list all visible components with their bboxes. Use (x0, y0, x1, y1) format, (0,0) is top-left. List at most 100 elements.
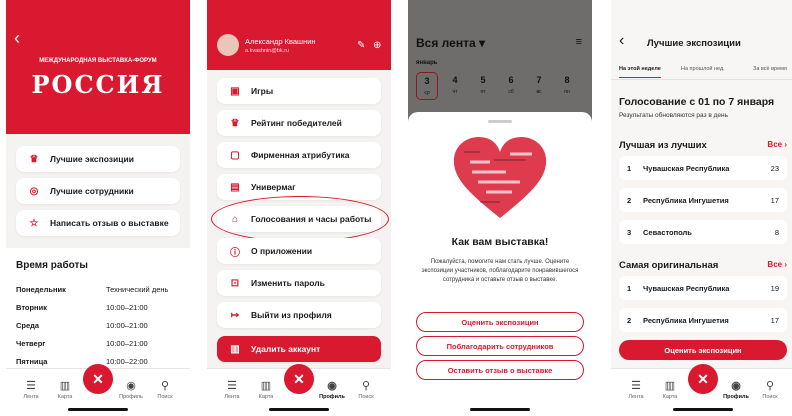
feed-title[interactable]: Вся лента ▾ (416, 36, 485, 50)
menu-item-best-employees[interactable]: ◎ Лучшие сотрудники (16, 178, 180, 204)
tab-feed[interactable]: ☰ Лента (16, 379, 46, 400)
tab-bar: ☰ Лента ▥ Карта ✕ ◉ Профиль ⚲ Поиск (207, 364, 391, 416)
date-item[interactable]: 5 пт (472, 72, 494, 100)
hours-time: Технический день (106, 285, 169, 294)
globe-icon[interactable]: ⊕ (373, 40, 381, 51)
menu-item-merch[interactable]: ▢ Фирменная атрибутика (217, 142, 381, 168)
hours-title: Время работы (16, 260, 88, 271)
hours-day: Среда (16, 321, 40, 330)
tab-map[interactable]: ▥ Карта (50, 379, 80, 400)
shopping-bag-icon: ▢ (230, 149, 240, 161)
tab-search[interactable]: ⚲ Поиск (150, 379, 180, 400)
rate-expositions-button[interactable]: Оценить экспозицин (619, 340, 787, 360)
tab-map[interactable]: ▥ Карта (251, 379, 281, 400)
region-name: Республика Ингушетия (643, 195, 729, 205)
menu-item-write-review[interactable]: ☆ Написать отзыв о выставке (16, 210, 180, 236)
tab-label: Карта (57, 394, 73, 400)
trash-icon: ▥ (230, 343, 240, 355)
tab-profile[interactable]: ◉ Профиль (721, 379, 751, 400)
menu-item-games[interactable]: ▣ Игры (217, 78, 381, 104)
hero-banner: ‹ МЕЖДУНАРОДНАЯ ВЫСТАВКА-ФОРУМ РОССИЯ (6, 0, 190, 134)
date-item[interactable]: 6 сб (500, 72, 522, 100)
logout-icon: ↦ (230, 309, 240, 321)
region-name: Чувашская Республика (643, 163, 730, 173)
profile-header: Александр Квашнин a.kvashnin@bk.ru ✎ ⊕ (207, 0, 391, 70)
back-icon[interactable]: ‹ (619, 32, 624, 50)
ranking-row[interactable]: 2 Республика Ингушетия 17 (619, 308, 787, 332)
date-item[interactable]: 3 ср (416, 72, 438, 100)
exhibition-logo: РОССИЯ (31, 70, 165, 99)
vote-count: 8 (774, 227, 779, 237)
button-label: Поблагодарить сотрудников (446, 341, 554, 351)
center-action-button[interactable]: ✕ (83, 364, 113, 394)
tab-last-week[interactable]: На прошлой нед. (681, 66, 725, 72)
tab-label: Лента (224, 394, 240, 400)
back-icon[interactable]: ‹ (14, 28, 20, 49)
menu-item-change-password[interactable]: ⊡ Изменить пароль (217, 270, 381, 296)
menu-item-label: Рейтинг победителей (251, 118, 342, 128)
region-name: Севастополь (643, 227, 692, 237)
thank-employees-button[interactable]: Поблагодарить сотрудников (416, 336, 584, 356)
region-name: Республика Ингушетия (643, 315, 729, 325)
trophy-icon: ♛ (230, 117, 240, 129)
tab-search[interactable]: ⚲ Поиск (351, 379, 381, 400)
screen-exhibition-info: ‹ МЕЖДУНАРОДНАЯ ВЫСТАВКА-ФОРУМ РОССИЯ ♛ Л… (6, 0, 190, 416)
heart-illustration (453, 136, 547, 218)
list-icon: ☰ (631, 380, 641, 392)
tab-search[interactable]: ⚲ Поиск (755, 379, 785, 400)
menu-item-label: Лучшие сотрудники (50, 186, 134, 196)
menu-item-about[interactable]: ⓘ О приложении (217, 238, 381, 264)
rank-number: 1 (627, 163, 632, 173)
section-title-original: Самая оригинальная (619, 260, 719, 271)
menu-item-label: Фирменная атрибутика (251, 150, 350, 160)
store-icon: ▤ (230, 181, 240, 193)
see-all-link[interactable]: Все › (767, 260, 787, 269)
menu-item-winners-rating[interactable]: ♛ Рейтинг победителей (217, 110, 381, 136)
hours-day: Четверг (16, 339, 46, 348)
profile-icon: ◉ (731, 380, 741, 392)
tab-label: Лента (628, 394, 644, 400)
center-action-button[interactable]: ✕ (688, 364, 718, 394)
menu-item-logout[interactable]: ↦ Выйти из профиля (217, 302, 381, 328)
delete-account-button[interactable]: ▥ Удалить аккаунт (217, 336, 381, 362)
edit-icon[interactable]: ✎ (357, 40, 365, 51)
ranking-row[interactable]: 1 Чувашская Республика 23 (619, 156, 787, 180)
tab-label: Поиск (157, 394, 173, 400)
home-indicator (673, 408, 733, 411)
home-indicator (269, 408, 329, 411)
hours-day: Понедельник (16, 285, 66, 294)
see-all-link[interactable]: Все › (767, 140, 787, 149)
sheet-grabber[interactable] (488, 120, 512, 123)
tab-map[interactable]: ▥ Карта (655, 379, 685, 400)
tab-feed[interactable]: ☰ Лента (217, 379, 247, 400)
leave-review-button[interactable]: Оставить отзыв о выставке (416, 360, 584, 380)
tab-profile[interactable]: ◉ Профиль (317, 379, 347, 400)
ranking-row[interactable]: 3 Севастополь 8 (619, 220, 787, 244)
button-label: Оценить экспозицин (461, 317, 539, 327)
date-item[interactable]: 4 чт (444, 72, 466, 100)
ranking-row[interactable]: 2 Республика Ингушетия 17 (619, 188, 787, 212)
tab-feed[interactable]: ☰ Лента (621, 379, 651, 400)
gamepad-icon: ▣ (230, 85, 240, 97)
hours-time: 10:00–21:00 (106, 303, 148, 312)
profile-icon: ◉ (327, 380, 337, 392)
tab-this-week[interactable]: На этой неделе (619, 66, 661, 78)
hours-day: Вторник (16, 303, 47, 312)
filter-icon[interactable]: ≡ (576, 36, 582, 48)
rate-expositions-button[interactable]: Оценить экспозицин (416, 312, 584, 332)
button-label: Оставить отзыв о выставке (447, 365, 553, 375)
button-label: Оценить экспозицин (664, 345, 742, 355)
ranking-row[interactable]: 1 Чувашская Республика 19 (619, 276, 787, 300)
menu-item-best-expositions[interactable]: ♛ Лучшие экспозиции (16, 146, 180, 172)
center-action-button[interactable]: ✕ (284, 364, 314, 394)
list-icon: ☰ (227, 380, 237, 392)
tab-profile[interactable]: ◉ Профиль (116, 379, 146, 400)
search-icon: ⚲ (765, 380, 775, 392)
avatar[interactable] (217, 34, 239, 56)
date-item[interactable]: 7 вс (528, 72, 550, 100)
user-name: Александр Квашнин (245, 37, 316, 46)
profile-icon: ◉ (126, 380, 136, 392)
period-tabs: На этой неделе На прошлой нед. За всё вр… (611, 62, 792, 80)
tab-all-time[interactable]: За всё время (753, 66, 787, 72)
date-item[interactable]: 8 пн (556, 72, 578, 100)
